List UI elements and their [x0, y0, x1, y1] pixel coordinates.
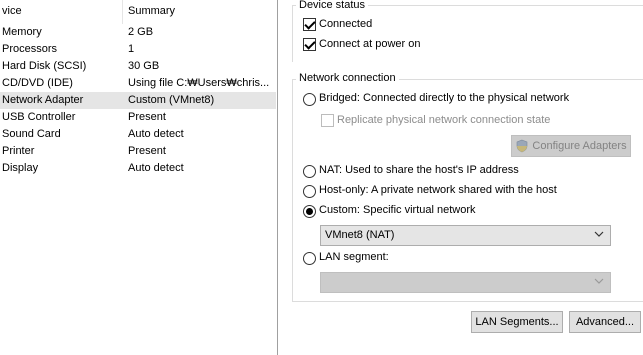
device-summary: Auto detect: [128, 128, 184, 140]
connected-checkbox[interactable]: [303, 18, 316, 31]
device-status-group: [292, 5, 643, 62]
custom-network-value: VMnet8 (NAT): [325, 229, 395, 241]
device-row[interactable]: CD/DVD (IDE) Using file C:₩Users₩chris...: [0, 75, 276, 92]
bridged-radio[interactable]: [303, 93, 316, 106]
advanced-button[interactable]: Advanced...: [569, 311, 641, 333]
device-column-header[interactable]: vice: [2, 5, 22, 17]
device-row[interactable]: Hard Disk (SCSI) 30 GB: [0, 58, 276, 75]
device-summary: 30 GB: [128, 60, 160, 72]
replicate-label[interactable]: Replicate physical network connection st…: [337, 114, 550, 126]
connect-at-power-on-checkbox[interactable]: [303, 38, 316, 51]
custom-radio[interactable]: [303, 205, 316, 218]
connect-at-power-on-label[interactable]: Connect at power on: [319, 38, 421, 50]
configure-adapters-label: Configure Adapters: [532, 140, 627, 152]
uac-shield-icon: [517, 139, 528, 153]
lan-segments-button[interactable]: LAN Segments...: [471, 311, 563, 333]
device-name: CD/DVD (IDE): [2, 77, 73, 89]
device-row[interactable]: Display Auto detect: [0, 160, 276, 177]
custom-label[interactable]: Custom: Specific virtual network: [319, 204, 476, 216]
lan-segment-select[interactable]: [320, 272, 611, 293]
device-summary: Present: [128, 111, 166, 123]
host-only-label[interactable]: Host-only: A private network shared with…: [319, 184, 557, 196]
device-row[interactable]: Sound Card Auto detect: [0, 126, 276, 143]
network-connection-title: Network connection: [296, 72, 399, 84]
chevron-down-icon: [594, 231, 604, 237]
configure-adapters-button[interactable]: Configure Adapters: [511, 135, 631, 157]
chevron-down-icon: [594, 278, 604, 284]
device-summary: 2 GB: [128, 26, 154, 38]
connected-label[interactable]: Connected: [319, 18, 372, 30]
device-name: Network Adapter: [2, 94, 84, 106]
bridged-label[interactable]: Bridged: Connected directly to the physi…: [319, 92, 569, 104]
replicate-checkbox[interactable]: [321, 114, 334, 127]
device-row[interactable]: Printer Present: [0, 143, 276, 160]
device-status-title: Device status: [296, 0, 369, 11]
device-row[interactable]: USB Controller Present: [0, 109, 276, 126]
lan-segment-radio[interactable]: [303, 252, 316, 265]
custom-network-select[interactable]: VMnet8 (NAT): [320, 225, 611, 246]
device-row[interactable]: Processors 1: [0, 41, 276, 58]
device-summary: Custom (VMnet8): [128, 94, 215, 106]
column-divider[interactable]: [122, 0, 123, 24]
device-name: Sound Card: [2, 128, 61, 140]
nat-label[interactable]: NAT: Used to share the host's IP address: [319, 164, 519, 176]
device-name: Hard Disk (SCSI): [2, 60, 87, 72]
device-summary: Auto detect: [128, 162, 184, 174]
advanced-label: Advanced...: [575, 316, 635, 328]
summary-column-header[interactable]: Summary: [128, 5, 175, 17]
lan-segment-label[interactable]: LAN segment:: [319, 251, 389, 263]
nat-radio[interactable]: [303, 165, 316, 178]
device-name: Printer: [2, 145, 35, 157]
device-summary: Present: [128, 145, 166, 157]
device-list-header: vice Summary: [0, 0, 276, 24]
device-row[interactable]: Network Adapter Custom (VMnet8): [0, 92, 276, 109]
device-name: Processors: [2, 43, 58, 55]
device-summary: Using file C:₩Users₩chris...: [128, 77, 270, 89]
device-row[interactable]: Memory 2 GB: [0, 24, 276, 41]
pane-divider: [277, 0, 278, 355]
device-name: Display: [2, 162, 39, 174]
device-name: USB Controller: [2, 111, 76, 123]
device-name: Memory: [2, 26, 42, 38]
device-summary: 1: [128, 43, 135, 55]
host-only-radio[interactable]: [303, 185, 316, 198]
lan-segments-label: LAN Segments...: [475, 316, 559, 328]
